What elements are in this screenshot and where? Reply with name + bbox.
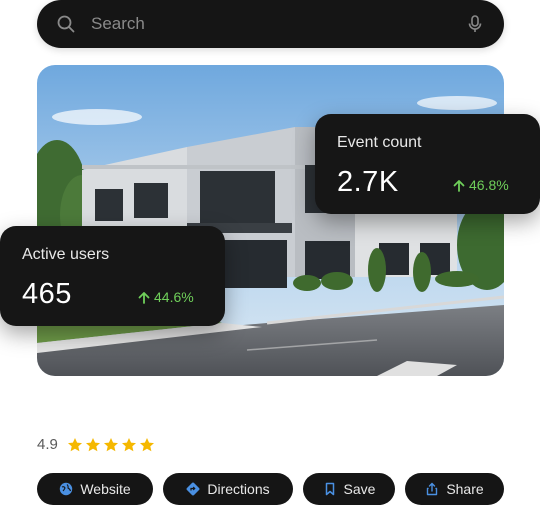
event-count-delta: 46.8% (453, 177, 509, 193)
website-label: Website (80, 481, 131, 497)
microphone-icon[interactable] (466, 15, 484, 33)
share-label: Share (446, 481, 484, 497)
active-users-delta-text: 44.6% (154, 289, 194, 305)
star-icon (103, 437, 118, 451)
rating: 4.9 (37, 436, 157, 453)
star-icon (121, 437, 136, 451)
event-count-card: Event count 2.7K 46.8% (315, 114, 540, 214)
share-icon (425, 482, 439, 496)
arrow-up-icon (453, 179, 465, 192)
arrow-up-icon (138, 291, 150, 304)
directions-button[interactable]: Directions (163, 473, 293, 505)
place-photo[interactable] (37, 65, 504, 376)
star-icon (67, 437, 82, 451)
event-count-delta-text: 46.8% (469, 177, 509, 193)
rating-value: 4.9 (37, 436, 58, 453)
website-button[interactable]: Website (37, 473, 153, 505)
bookmark-icon (323, 482, 337, 496)
save-button[interactable]: Save (303, 473, 395, 505)
star-icon (139, 437, 154, 451)
search-icon (57, 15, 75, 33)
active-users-delta: 44.6% (138, 289, 194, 305)
directions-label: Directions (207, 481, 270, 497)
event-count-label: Event count (337, 134, 422, 151)
save-label: Save (343, 481, 376, 497)
active-users-value: 465 (22, 278, 72, 310)
active-users-label: Active users (22, 246, 110, 263)
star-icon (85, 437, 100, 451)
share-button[interactable]: Share (405, 473, 504, 505)
search-input[interactable] (89, 13, 466, 35)
search-bar[interactable] (37, 0, 504, 48)
globe-icon (59, 482, 73, 496)
active-users-card: Active users 465 44.6% (0, 226, 225, 326)
rating-stars (67, 437, 157, 453)
event-count-value: 2.7K (337, 166, 399, 198)
directions-icon (186, 482, 200, 496)
